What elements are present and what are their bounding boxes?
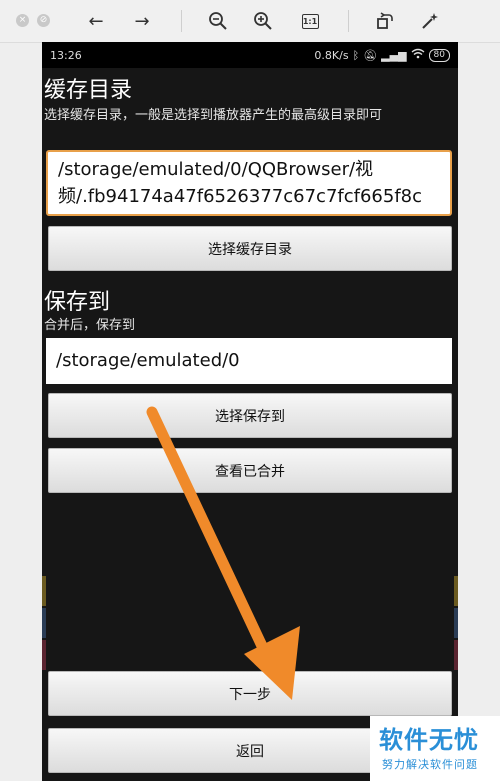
save-description: 合并后，保存到 [44, 318, 136, 333]
choose-cache-button[interactable]: 选择缓存目录 [48, 226, 452, 271]
battery-indicator: 80 [428, 48, 450, 62]
magic-wand-icon[interactable] [418, 9, 442, 33]
toolbar-divider [181, 10, 182, 32]
view-merged-button[interactable]: 查看已合并 [48, 448, 452, 493]
close-icon[interactable]: × [16, 14, 29, 27]
forward-arrow-icon[interactable]: → [130, 9, 154, 33]
app-content: 缓存目录 选择缓存目录，一般是选择到播放器产生的最高级目录即可 /storage… [42, 68, 458, 781]
save-path-input[interactable]: /storage/emulated/0 [46, 338, 452, 384]
choose-save-button[interactable]: 选择保存到 [48, 393, 452, 438]
edge-artifact [42, 640, 46, 670]
status-bar: 13:26 0.8K/s ᛒ 🔕︎ ▂▄▆ 80 [42, 42, 458, 68]
cache-title: 缓存目录 [44, 78, 133, 103]
save-title: 保存到 [44, 290, 111, 315]
edge-artifact [454, 608, 458, 638]
edge-artifact [42, 576, 46, 606]
cache-description: 选择缓存目录，一般是选择到播放器产生的最高级目录即可 [44, 108, 383, 123]
cache-path-input[interactable]: /storage/emulated/0/QQBrowser/视频/.fb9417… [46, 150, 452, 216]
zoom-in-icon[interactable] [251, 9, 275, 33]
edge-artifact [454, 576, 458, 606]
toolbar-divider [348, 10, 349, 32]
watermark-title: 软件无忧 [379, 726, 479, 754]
viewer-toolbar: × ⊘ ← → 1:1 [0, 0, 500, 43]
rotate-icon[interactable] [373, 9, 397, 33]
mute-icon: 🔕︎ [363, 48, 378, 62]
bluetooth-icon: ᛒ [352, 48, 360, 62]
network-speed: 0.8K/s [314, 48, 349, 62]
next-step-button[interactable]: 下一步 [48, 671, 452, 716]
status-time: 13:26 [50, 49, 82, 62]
signal-icon: ▂▄▆ [381, 48, 407, 62]
phone-screenshot: 13:26 0.8K/s ᛒ 🔕︎ ▂▄▆ 80 缓存目录 选择缓存目录，一般是… [42, 42, 458, 781]
watermark-subtitle: 努力解决软件问题 [382, 758, 478, 771]
edge-artifact [454, 640, 458, 670]
status-icons: 0.8K/s ᛒ 🔕︎ ▂▄▆ 80 [314, 48, 450, 62]
back-arrow-icon[interactable]: ← [84, 9, 108, 33]
image-viewer: × ⊘ ← → 1:1 13:26 0.8K/s ᛒ 🔕︎ ▂▄▆ 80 缓存目… [0, 0, 500, 781]
edge-artifact [42, 608, 46, 638]
zoom-out-icon[interactable] [206, 9, 230, 33]
minimize-icon[interactable]: ⊘ [37, 14, 50, 27]
watermark-logo: 软件无忧 努力解决软件问题 [370, 716, 500, 781]
actual-size-icon[interactable]: 1:1 [298, 9, 322, 33]
wifi-icon [411, 48, 425, 62]
